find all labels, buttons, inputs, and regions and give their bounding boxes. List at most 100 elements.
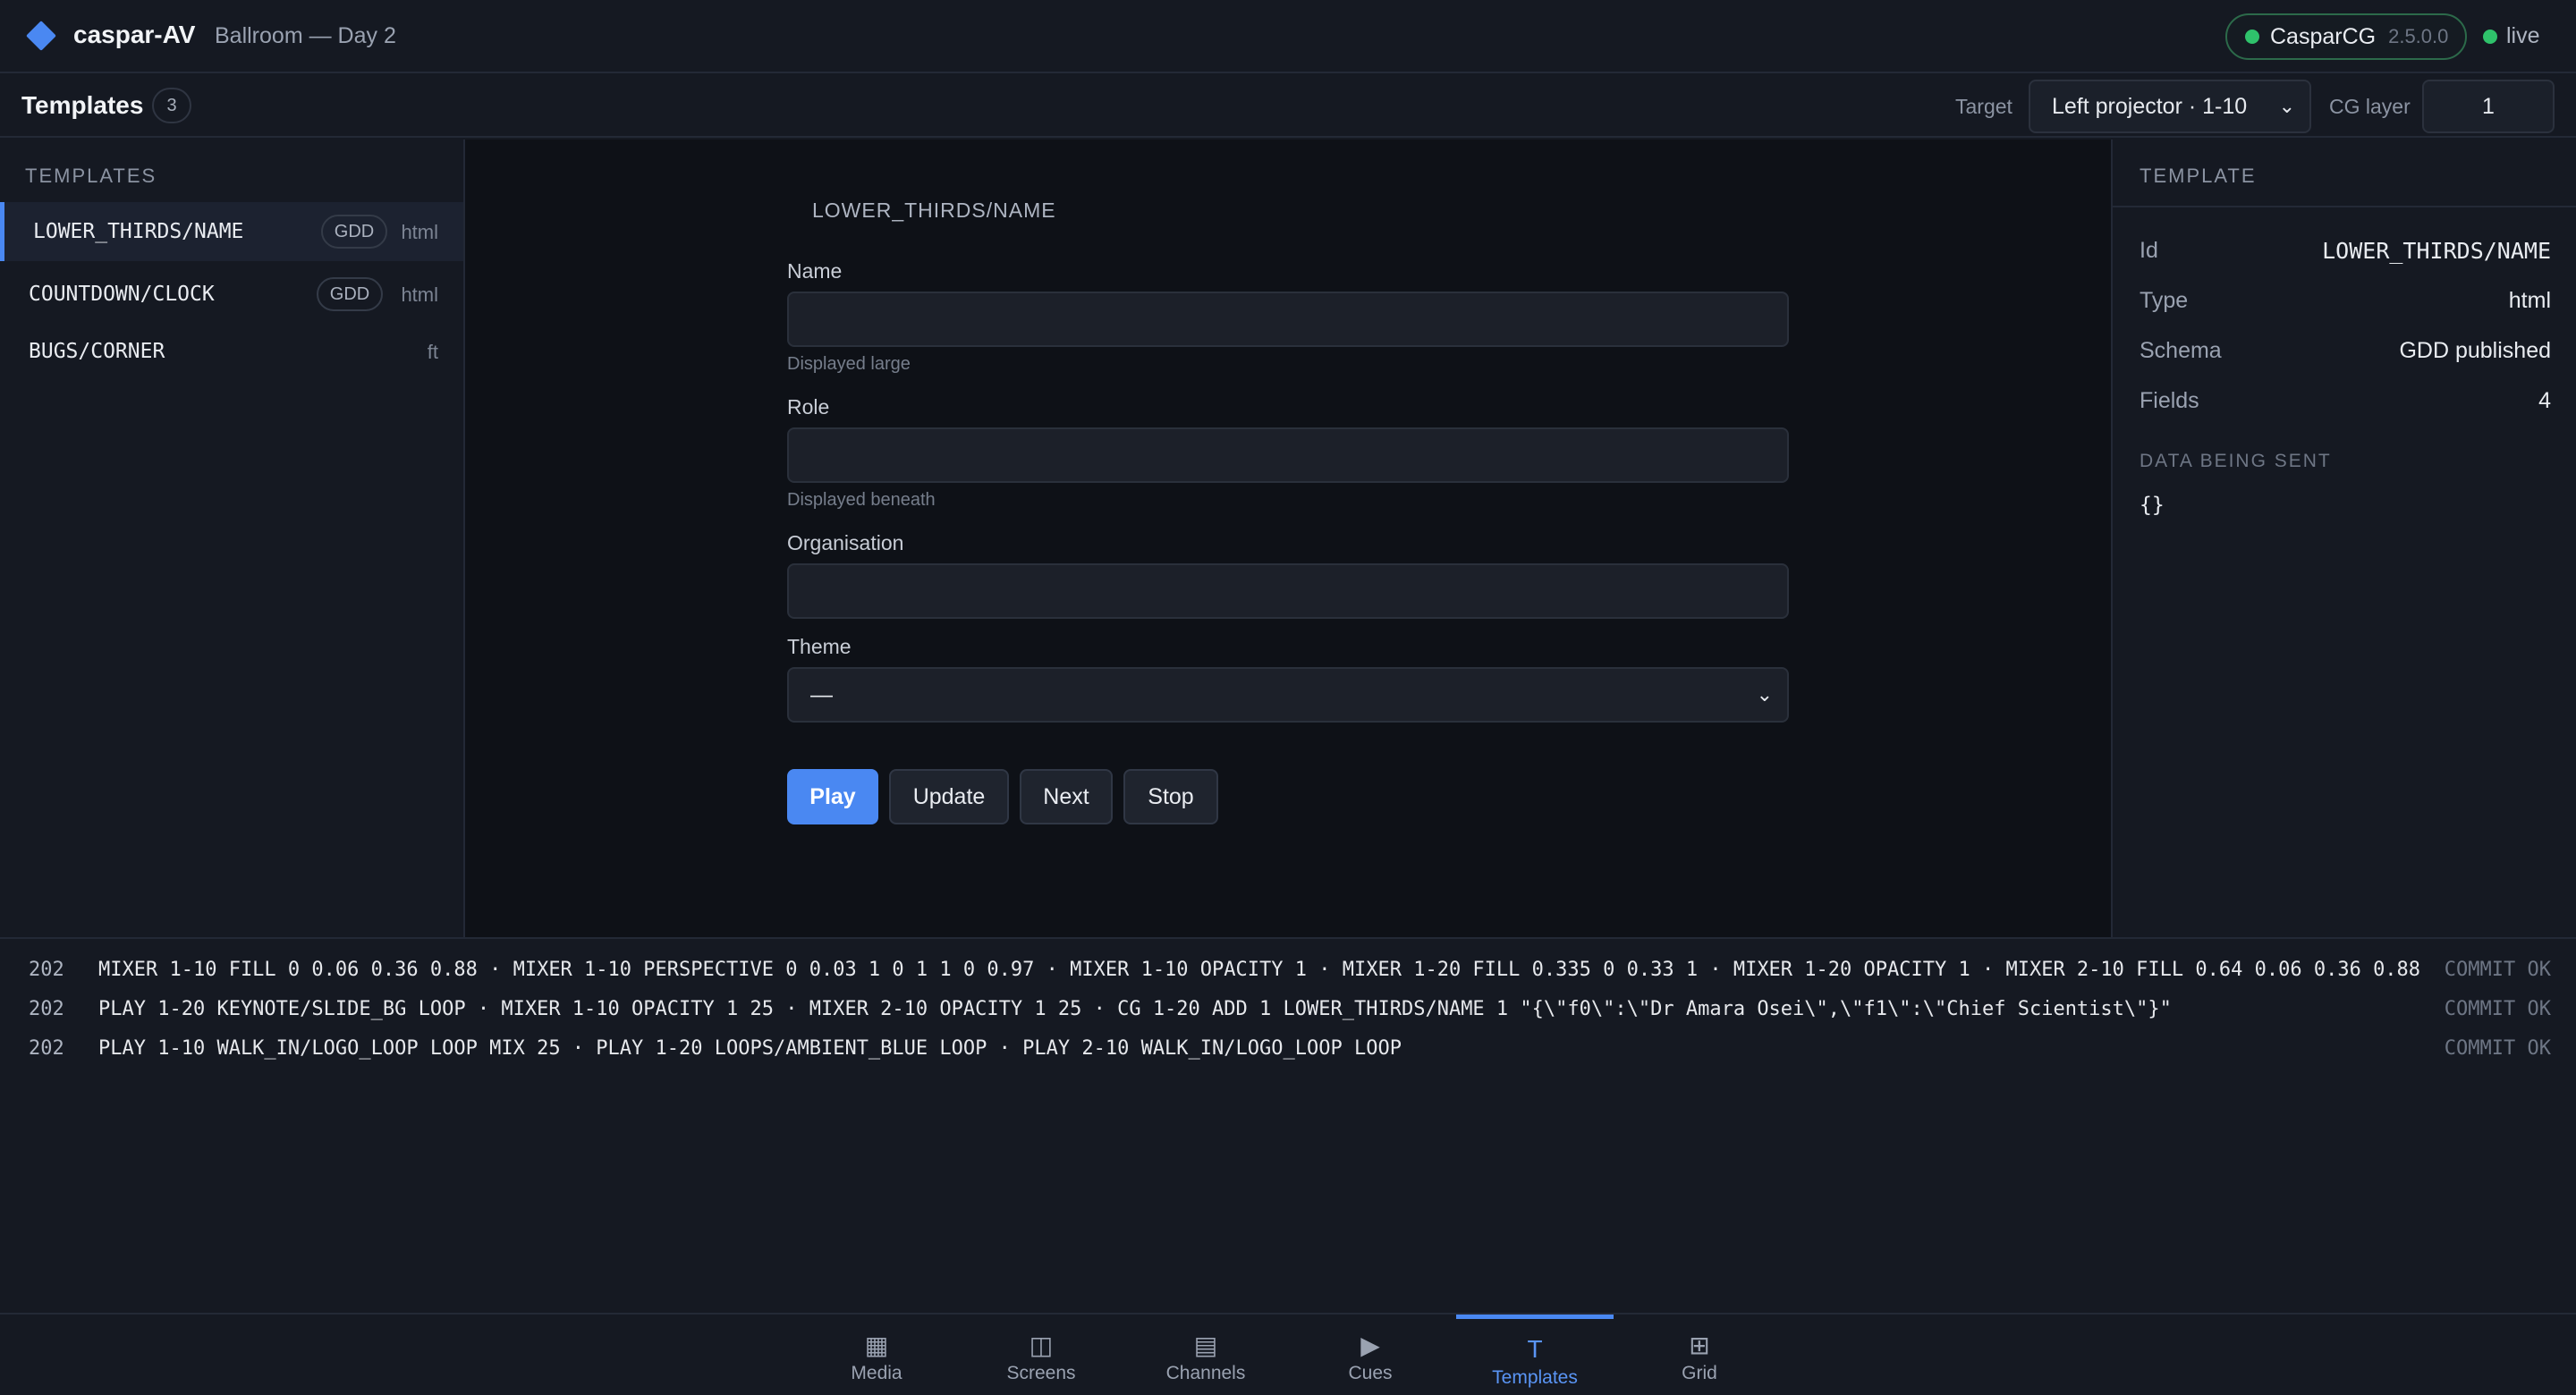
log-code: 202: [29, 959, 64, 981]
theme-select-value: —: [810, 682, 833, 707]
nav-screens[interactable]: ◫ Screens: [962, 1315, 1120, 1395]
detail-key: Fields: [2140, 388, 2199, 413]
log-code: 202: [29, 998, 64, 1020]
template-item[interactable]: BUGS/CORNER ft: [0, 322, 463, 381]
data-being-sent-heading: DATA BEING SENT: [2140, 451, 2332, 471]
detail-row-type: Type html: [2140, 288, 2551, 318]
organisation-field-label: Organisation: [787, 531, 904, 554]
detail-key: Type: [2140, 288, 2189, 313]
detail-value: GDD published: [2399, 338, 2551, 363]
nav-label: Screens: [1006, 1363, 1076, 1383]
log-row: 202 PLAY 1-10 WALK_IN/LOGO_LOOP LOOP MIX…: [0, 1032, 2576, 1068]
template-details-panel: TEMPLATE Id LOWER_THIRDS/NAME Type html …: [2111, 140, 2576, 937]
gdd-badge: GDD: [317, 277, 383, 311]
template-count-badge: 3: [152, 88, 191, 123]
form-title: LOWER_THIRDS/NAME: [812, 199, 1056, 222]
server-status-dot-icon: [2245, 30, 2259, 44]
theme-field-label: Theme: [787, 635, 852, 658]
bottom-nav: ▦ Media ◫ Screens ▤ Channels ▶ Cues T Te…: [0, 1313, 2576, 1395]
nav-label: Cues: [1348, 1363, 1393, 1383]
details-heading: TEMPLATE: [2140, 165, 2257, 187]
gdd-badge: GDD: [321, 215, 387, 249]
project-name: Ballroom — Day 2: [215, 23, 396, 48]
log-text: MIXER 1-10 FILL 0 0.06 0.36 0.88 · MIXER…: [98, 959, 2421, 981]
chevron-down-icon: ⌄: [1756, 683, 1773, 706]
template-name: BUGS/CORNER: [29, 340, 165, 363]
screens-icon: ◫: [1029, 1332, 1054, 1359]
channels-icon: ▤: [1193, 1332, 1218, 1359]
detail-key: Schema: [2140, 338, 2222, 363]
divider: [2113, 206, 2576, 207]
template-name: LOWER_THIRDS/NAME: [33, 220, 244, 243]
templates-icon: T: [1527, 1335, 1543, 1363]
update-button[interactable]: Update: [889, 769, 1009, 824]
template-item[interactable]: LOWER_THIRDS/NAME GDD html: [0, 202, 463, 261]
nav-templates[interactable]: T Templates: [1456, 1315, 1614, 1395]
section-toolbar: Templates 3 Target Left projector · 1-10…: [0, 73, 2576, 138]
play-button[interactable]: Play: [787, 769, 878, 824]
chevron-down-icon: ⌄: [2278, 95, 2295, 117]
name-field[interactable]: [787, 292, 1789, 347]
templates-sidebar: TEMPLATES LOWER_THIRDS/NAME GDD html COU…: [0, 140, 465, 937]
nav-grid[interactable]: ⊞ Grid: [1621, 1315, 1778, 1395]
logo-icon: [26, 21, 56, 51]
cg-layer-label: CG layer: [2329, 95, 2411, 118]
detail-row-id: Id LOWER_THIRDS/NAME: [2140, 238, 2551, 268]
detail-row-schema: Schema GDD published: [2140, 338, 2551, 368]
target-select-value: Left projector · 1-10: [2052, 94, 2248, 119]
log-status: COMMIT OK: [2444, 959, 2551, 981]
live-dot-icon: [2483, 29, 2497, 44]
data-being-sent-json: {}: [2140, 494, 2165, 517]
log-text: PLAY 1-10 WALK_IN/LOGO_LOOP LOOP MIX 25 …: [98, 1037, 1402, 1060]
templates-heading: TEMPLATES: [25, 165, 157, 187]
nav-media[interactable]: ▦ Media: [798, 1315, 955, 1395]
log-status: COMMIT OK: [2444, 998, 2551, 1020]
server-version: 2.5.0.0: [2388, 25, 2449, 47]
template-item[interactable]: COUNTDOWN/CLOCK GDD html: [0, 265, 463, 324]
app-name: caspar-AV: [73, 21, 196, 48]
target-select[interactable]: Left projector · 1-10 ⌄: [2029, 80, 2311, 133]
name-field-hint: Displayed large: [787, 354, 911, 374]
nav-label: Templates: [1492, 1367, 1578, 1388]
nav-label: Channels: [1165, 1363, 1246, 1383]
log-text: PLAY 1-20 KEYNOTE/SLIDE_BG LOOP · MIXER …: [98, 998, 2172, 1020]
detail-key: Id: [2140, 238, 2158, 263]
template-type: ft: [427, 341, 438, 363]
server-status-pill[interactable]: CasparCG 2.5.0.0: [2225, 13, 2467, 60]
detail-value: LOWER_THIRDS/NAME: [2322, 238, 2551, 264]
nav-label: Media: [851, 1363, 902, 1383]
log-code: 202: [29, 1037, 64, 1060]
template-name: COUNTDOWN/CLOCK: [29, 283, 215, 306]
play-icon: ▶: [1360, 1332, 1380, 1359]
log-status: COMMIT OK: [2444, 1037, 2551, 1060]
server-name: CasparCG: [2270, 23, 2377, 49]
media-icon: ▦: [864, 1332, 889, 1359]
detail-value: 4: [2538, 388, 2551, 413]
detail-row-fields: Fields 4: [2140, 388, 2551, 418]
log-row: 202 PLAY 1-20 KEYNOTE/SLIDE_BG LOOP · MI…: [0, 993, 2576, 1028]
nav-channels[interactable]: ▤ Channels: [1127, 1315, 1284, 1395]
nav-cues[interactable]: ▶ Cues: [1292, 1315, 1449, 1395]
role-field-label: Role: [787, 395, 830, 418]
stop-button[interactable]: Stop: [1123, 769, 1218, 824]
role-field[interactable]: [787, 427, 1789, 483]
cg-layer-input[interactable]: 1: [2422, 80, 2555, 133]
name-field-label: Name: [787, 259, 843, 283]
log-row: 202 MIXER 1-10 FILL 0 0.06 0.36 0.88 · M…: [0, 953, 2576, 989]
role-field-hint: Displayed beneath: [787, 490, 936, 510]
grid-icon: ⊞: [1689, 1332, 1710, 1359]
theme-select[interactable]: — ⌄: [787, 667, 1789, 723]
page-title: Templates: [21, 91, 144, 119]
target-label: Target: [1955, 95, 2012, 118]
next-button[interactable]: Next: [1020, 769, 1113, 824]
live-indicator: live: [2483, 23, 2540, 49]
organisation-field[interactable]: [787, 563, 1789, 619]
template-type: html: [401, 221, 438, 243]
template-form-panel: LOWER_THIRDS/NAME Name Displayed large R…: [465, 140, 2111, 937]
detail-value: html: [2508, 288, 2551, 313]
live-label: live: [2506, 23, 2540, 48]
template-type: html: [401, 283, 438, 306]
nav-label: Grid: [1682, 1363, 1717, 1383]
command-log: 202 MIXER 1-10 FILL 0 0.06 0.36 0.88 · M…: [0, 937, 2576, 1313]
top-bar: caspar-AV Ballroom — Day 2 CasparCG 2.5.…: [0, 0, 2576, 73]
